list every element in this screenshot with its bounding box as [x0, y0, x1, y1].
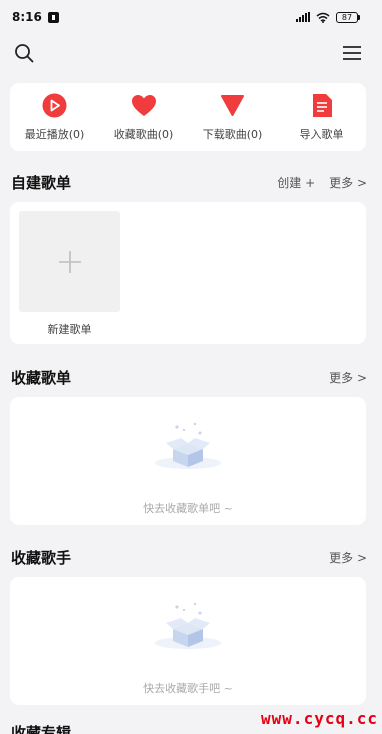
collected-playlists-actions: 更多 >	[329, 369, 367, 386]
document-icon	[309, 92, 335, 118]
empty-box-illustration	[155, 602, 221, 649]
downloaded-songs-label: 下载歌曲(0)	[202, 128, 263, 141]
downloaded-songs-button[interactable]: 下载歌曲(0)	[188, 83, 277, 151]
download-triangle-icon	[220, 92, 246, 118]
collected-playlists-more-button[interactable]: 更多 >	[329, 369, 367, 386]
recent-play-label: 最近播放(0)	[24, 128, 85, 141]
new-playlist-label: 新建歌单	[47, 323, 92, 336]
status-time: 8:16	[12, 10, 42, 24]
my-playlists-actions: 创建 + 更多 >	[277, 174, 367, 191]
top-bar	[0, 38, 382, 68]
wifi-icon	[316, 12, 330, 23]
menu-button[interactable]	[340, 41, 364, 65]
collected-artists-empty-text: 快去收藏歌手吧 ~	[143, 682, 233, 695]
heart-icon	[131, 92, 157, 118]
next-section-title: 收藏专辑	[11, 724, 72, 734]
new-playlist-tile[interactable]	[19, 211, 120, 312]
import-playlist-button[interactable]: 导入歌单	[277, 83, 366, 151]
plus-icon	[58, 250, 81, 273]
search-button[interactable]	[12, 41, 36, 65]
create-playlist-button[interactable]: 创建 +	[277, 174, 315, 191]
collected-playlists-title: 收藏歌单	[11, 368, 72, 387]
collected-artists-actions: 更多 >	[329, 549, 367, 566]
hamburger-menu-icon	[343, 46, 361, 60]
status-right: 87	[296, 11, 360, 23]
collected-playlists-card: 快去收藏歌单吧 ~	[10, 397, 366, 525]
battery-level: 87	[336, 11, 358, 23]
my-playlists-title: 自建歌单	[11, 173, 72, 192]
play-circle-icon	[42, 92, 68, 118]
favorite-songs-label: 收藏歌曲(0)	[113, 128, 174, 141]
quick-actions-card: 最近播放(0) 收藏歌曲(0) 下载歌曲(0) 导入歌单	[10, 83, 366, 151]
search-icon	[15, 44, 34, 63]
import-playlist-label: 导入歌单	[299, 128, 344, 141]
status-bar: 8:16 87	[0, 0, 382, 34]
my-playlists-card: 新建歌单	[10, 202, 366, 344]
notification-icon	[47, 11, 59, 23]
empty-box-illustration	[155, 422, 221, 469]
status-left: 8:16	[12, 10, 59, 24]
collected-playlists-empty-text: 快去收藏歌单吧 ~	[143, 502, 233, 515]
recent-play-button[interactable]: 最近播放(0)	[10, 83, 99, 151]
collected-artists-header: 收藏歌手 更多 >	[11, 546, 367, 568]
collected-artists-card: 快去收藏歌手吧 ~	[10, 577, 366, 705]
signal-icon	[296, 12, 310, 22]
collected-artists-more-button[interactable]: 更多 >	[329, 549, 367, 566]
my-playlists-header: 自建歌单 创建 + 更多 >	[11, 171, 367, 193]
battery-icon: 87	[336, 11, 360, 23]
watermark: www.cycq.cc	[261, 709, 378, 728]
favorite-songs-button[interactable]: 收藏歌曲(0)	[99, 83, 188, 151]
collected-artists-title: 收藏歌手	[11, 548, 72, 567]
collected-playlists-header: 收藏歌单 更多 >	[11, 366, 367, 388]
my-playlists-more-button[interactable]: 更多 >	[329, 174, 367, 191]
